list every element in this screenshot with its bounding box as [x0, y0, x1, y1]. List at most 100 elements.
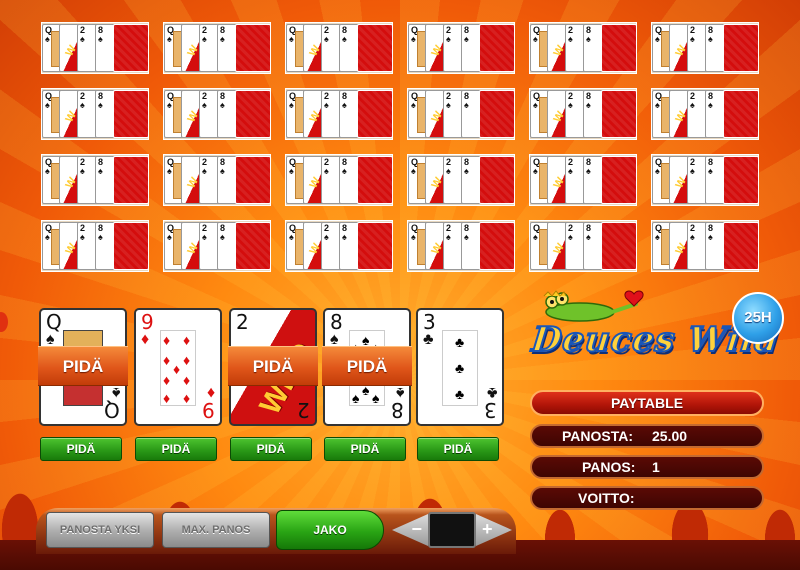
mini-card-back: [357, 24, 393, 72]
mini-card-back: [357, 90, 393, 138]
mini-card-suit: ♠: [533, 34, 538, 44]
held-banner: PIDÄ: [228, 346, 318, 386]
mini-card-suit: ♠: [655, 34, 660, 44]
mini-card-suit: ♠: [220, 232, 225, 242]
card-rank-top: 8: [330, 310, 343, 334]
mini-card-suit: ♠: [45, 232, 50, 242]
mini-card-suit: ♠: [690, 166, 695, 176]
mini-card-back: [357, 222, 393, 270]
mini-card-suit: ♠: [324, 34, 329, 44]
mini-hand: Q ♠ W 2 ♠ 8 ♠: [529, 22, 637, 74]
hand-card-5[interactable]: 3 ♣ ♣ ♣ ♣ 3 ♣: [416, 308, 504, 426]
mini-card-suit: ♠: [708, 100, 713, 110]
mini-card-suit: ♠: [568, 100, 573, 110]
side-notch-decoration: [0, 312, 8, 332]
mini-hand: Q ♠ W 2 ♠ 8 ♠: [651, 154, 759, 206]
mini-card-suit: ♠: [690, 232, 695, 242]
mini-hand: Q ♠ W 2 ♠ 8 ♠: [285, 22, 393, 74]
mini-card-suit: ♠: [202, 166, 207, 176]
card-suit-top: ♦: [141, 331, 150, 348]
mini-card-back: [235, 24, 271, 72]
mini-card-suit: ♠: [342, 100, 347, 110]
suit-pip-icon: ♣: [455, 334, 465, 350]
mini-card-suit: ♠: [568, 166, 573, 176]
hold-button-3[interactable]: PIDÄ: [230, 437, 312, 461]
mini-card-suit: ♠: [411, 34, 416, 44]
game-logo: Deuces Wild 25H: [520, 282, 790, 382]
mini-hand: Q ♠ W 2 ♠ 8 ♠: [407, 88, 515, 140]
suit-pip-icon: ♣: [455, 360, 465, 376]
hold-button-5[interactable]: PIDÄ: [417, 437, 499, 461]
paytable-button[interactable]: PAYTABLE: [530, 390, 764, 416]
mini-card-suit: ♠: [202, 100, 207, 110]
mini-hand: Q ♠ W 2 ♠ 8 ♠: [163, 88, 271, 140]
bet-panel: PANOS: 1: [530, 455, 764, 479]
mini-card-back: [235, 156, 271, 204]
mini-card-suit: ♠: [342, 232, 347, 242]
mini-hand: Q ♠ W 2 ♠ 8 ♠: [285, 88, 393, 140]
mini-hand: Q ♠ W 2 ♠ 8 ♠: [41, 88, 149, 140]
mini-card-suit: ♠: [411, 232, 416, 242]
mini-card-suit: ♠: [202, 232, 207, 242]
mini-card-suit: ♠: [708, 166, 713, 176]
mini-card-back: [601, 156, 637, 204]
mini-card-suit: ♠: [289, 166, 294, 176]
bet-value: 1: [652, 459, 660, 475]
mini-hand: Q ♠ W 2 ♠ 8 ♠: [529, 220, 637, 272]
mini-card-suit: ♠: [324, 166, 329, 176]
bet-label: PANOS:: [582, 459, 636, 475]
mini-card-back: [601, 90, 637, 138]
suit-pip-icon: ♦: [183, 372, 191, 388]
suit-pip-icon: ♠: [362, 332, 370, 348]
mini-card-suit: ♠: [220, 166, 225, 176]
mini-card-suit: ♠: [708, 232, 713, 242]
mini-card-suit: ♠: [324, 100, 329, 110]
mini-card-suit: ♠: [80, 166, 85, 176]
suit-pip-icon: ♦: [163, 390, 171, 406]
win-label: VOITTO:: [578, 490, 635, 506]
mini-card-suit: ♠: [167, 232, 172, 242]
mini-card-suit: ♠: [568, 34, 573, 44]
mini-hand: Q ♠ W 2 ♠ 8 ♠: [163, 220, 271, 272]
deal-button[interactable]: JAKO: [276, 510, 384, 550]
suit-pip-icon: ♦: [163, 352, 171, 368]
mini-card-suit: ♠: [655, 166, 660, 176]
mini-hand: Q ♠ W 2 ♠ 8 ♠: [529, 154, 637, 206]
hold-button-2[interactable]: PIDÄ: [135, 437, 217, 461]
mini-card-suit: ♠: [80, 34, 85, 44]
bet-one-button[interactable]: PANOSTA YKSI: [46, 512, 154, 548]
suit-pip-icon: ♦: [163, 332, 171, 348]
hold-button-4[interactable]: PIDÄ: [324, 437, 406, 461]
mini-card-suit: ♠: [586, 166, 591, 176]
mini-card-suit: ♠: [533, 232, 538, 242]
card-suit-bottom: ♠: [111, 384, 121, 401]
suit-pip-icon: ♣: [455, 386, 465, 402]
mini-card-suit: ♠: [289, 34, 294, 44]
mini-hand: Q ♠ W 2 ♠ 8 ♠: [41, 154, 149, 206]
mini-hand: Q ♠ W 2 ♠ 8 ♠: [651, 220, 759, 272]
bet-total-label: PANOSTA:: [562, 428, 634, 444]
mini-card-suit: ♠: [289, 232, 294, 242]
card-suit-top: ♣: [423, 331, 434, 348]
mini-card-suit: ♠: [167, 34, 172, 44]
pip-box: ♣ ♣ ♣: [442, 330, 478, 406]
card-rank-bottom: 2: [297, 398, 310, 422]
card-rank-bottom: 9: [202, 398, 215, 422]
mini-card-suit: ♠: [167, 100, 172, 110]
mini-card-back: [723, 156, 759, 204]
mini-card-suit: ♠: [568, 232, 573, 242]
mini-card-back: [113, 222, 149, 270]
max-bet-button[interactable]: MAX. PANOS: [162, 512, 270, 548]
hold-button-1[interactable]: PIDÄ: [40, 437, 122, 461]
mini-card-suit: ♠: [446, 34, 451, 44]
mini-hand: Q ♠ W 2 ♠ 8 ♠: [285, 154, 393, 206]
mini-card-suit: ♠: [45, 34, 50, 44]
bet-total-value: 25.00: [652, 428, 688, 444]
mini-card-back: [113, 90, 149, 138]
mini-card-suit: ♠: [655, 100, 660, 110]
mini-card-back: [479, 24, 515, 72]
hand-card-2[interactable]: 9 ♦ ♦ ♦ ♦ ♦ ♦ ♦ ♦ ♦ ♦ 9 ♦: [134, 308, 222, 426]
frog-mascot-icon: [543, 290, 644, 322]
mini-hand: Q ♠ W 2 ♠ 8 ♠: [407, 220, 515, 272]
mini-card-suit: ♠: [464, 232, 469, 242]
